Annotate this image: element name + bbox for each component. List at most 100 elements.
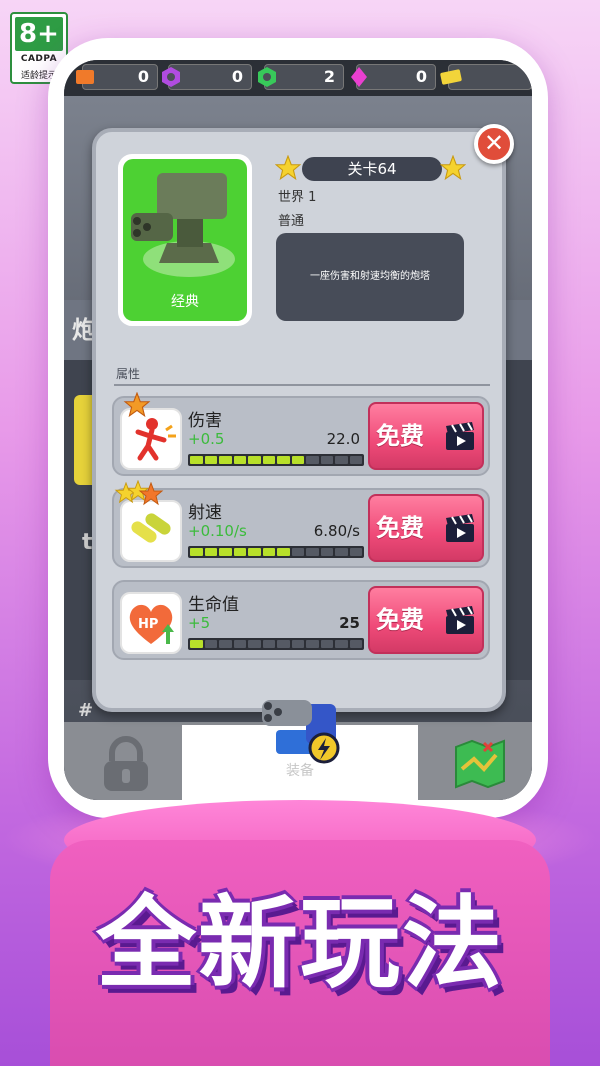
resource-value: 2 xyxy=(323,67,335,86)
attribute-level-bar xyxy=(188,546,364,558)
level-segment xyxy=(219,456,232,464)
world-label: 世界 1 xyxy=(278,190,317,205)
level-segment xyxy=(349,548,362,556)
attribute-increment: +0.5 xyxy=(188,430,225,448)
promo-slogan: 全新玩法 xyxy=(96,885,504,1002)
gatling-turret-icon xyxy=(131,173,235,277)
difficulty-label: 普通 xyxy=(278,214,305,229)
free-upgrade-button[interactable]: 免费 xyxy=(368,586,484,654)
level-segment xyxy=(291,548,304,556)
level-segment xyxy=(190,456,203,464)
level-segment xyxy=(233,456,246,464)
orange-crate-icon xyxy=(76,70,94,84)
attribute-name: 射速 xyxy=(188,503,222,523)
purple-nut-icon xyxy=(162,67,180,87)
rank-star-icon xyxy=(138,482,164,506)
gatling-equipment-icon[interactable] xyxy=(256,690,346,770)
video-ad-icon xyxy=(446,606,474,634)
level-segment xyxy=(262,548,275,556)
fire-rate-icon-box xyxy=(120,500,182,562)
level-segment xyxy=(277,640,290,648)
level-segment xyxy=(320,456,333,464)
level-segment xyxy=(320,640,333,648)
attribute-row-hp: HP 生命值 +5 25 免费 xyxy=(112,580,490,660)
age-rating: 8+ xyxy=(15,17,63,51)
level-segment xyxy=(262,456,275,464)
video-ad-icon xyxy=(446,514,474,542)
resource-green-nut: 2 xyxy=(258,64,344,90)
resource-value: 0 xyxy=(137,67,149,86)
free-upgrade-label: 免费 xyxy=(376,422,424,450)
level-segment xyxy=(204,640,217,648)
free-upgrade-button[interactable]: 免费 xyxy=(368,402,484,470)
level-pill: 关卡64 xyxy=(302,157,442,181)
attributes-title: 属性 xyxy=(116,367,141,381)
attributes-divider xyxy=(114,384,490,386)
turret-description: 一座伤害和射速均衡的炮塔 xyxy=(276,233,464,321)
level-segment xyxy=(306,548,319,556)
resource-gem: 0 xyxy=(351,64,436,90)
level-segment xyxy=(306,456,319,464)
level-segment xyxy=(262,640,275,648)
attribute-row-fire-rate: 射速 +0.10/s 6.80/s 免费 xyxy=(112,480,490,568)
attribute-level-bar xyxy=(188,638,364,650)
level-segment xyxy=(277,548,290,556)
fire-rate-icon xyxy=(131,513,171,543)
attribute-row-damage: 伤害 +0.5 22.0 免费 xyxy=(112,392,490,476)
green-nut-icon xyxy=(258,67,276,87)
attribute-value: 6.80/s xyxy=(313,522,360,540)
resource-crate: 0 xyxy=(76,64,158,90)
resource-value: 0 xyxy=(415,67,427,86)
map-icon[interactable] xyxy=(452,735,508,791)
yellow-ticket-icon xyxy=(440,69,462,85)
attribute-increment: +5 xyxy=(188,614,211,632)
turret-card: 经典 xyxy=(118,154,252,326)
free-upgrade-label: 免费 xyxy=(376,606,424,634)
turret-name: 经典 xyxy=(171,294,199,310)
level-segment xyxy=(219,640,232,648)
attribute-increment: +0.10/s xyxy=(188,522,247,540)
hp-icon-box: HP xyxy=(120,592,182,654)
level-segment xyxy=(233,640,246,648)
level-segment xyxy=(190,640,203,648)
lock-icon[interactable] xyxy=(98,735,154,795)
free-upgrade-label: 免费 xyxy=(376,514,424,542)
level-segment xyxy=(291,640,304,648)
level-segment xyxy=(335,456,348,464)
level-segment xyxy=(248,456,261,464)
level-segment xyxy=(306,640,319,648)
video-ad-icon xyxy=(446,422,474,450)
svg-text:HP: HP xyxy=(138,617,158,632)
level-segment xyxy=(320,548,333,556)
free-upgrade-button[interactable]: 免费 xyxy=(368,494,484,562)
level-segment xyxy=(291,456,304,464)
resource-ticket xyxy=(440,64,532,90)
level-segment xyxy=(204,548,217,556)
close-button[interactable]: ✕ xyxy=(474,124,514,164)
hp-heart-icon: HP xyxy=(129,604,174,644)
level-segment xyxy=(349,456,362,464)
level-segment xyxy=(190,548,203,556)
attribute-name: 生命值 xyxy=(188,595,239,615)
level-segment xyxy=(335,548,348,556)
rating-org: CADPA xyxy=(20,54,58,64)
star-icon xyxy=(275,155,301,181)
level-segment xyxy=(335,640,348,648)
attribute-name: 伤害 xyxy=(188,411,222,431)
level-segment xyxy=(277,456,290,464)
resource-purple-nut: 0 xyxy=(162,64,252,90)
level-segment xyxy=(204,456,217,464)
turret-card-inner: 经典 xyxy=(123,159,247,321)
damage-icon xyxy=(135,418,176,461)
attribute-value: 22.0 xyxy=(326,430,360,448)
resource-value: 0 xyxy=(231,67,243,86)
background-label: t xyxy=(82,530,93,555)
star-icon xyxy=(440,155,466,181)
resource-bar: 0 0 2 0 xyxy=(64,60,532,96)
attribute-value: 25 xyxy=(339,614,360,632)
level-segment xyxy=(219,548,232,556)
level-segment xyxy=(248,640,261,648)
attribute-level-bar xyxy=(188,454,364,466)
level-segment xyxy=(233,548,246,556)
level-segment xyxy=(349,640,362,648)
